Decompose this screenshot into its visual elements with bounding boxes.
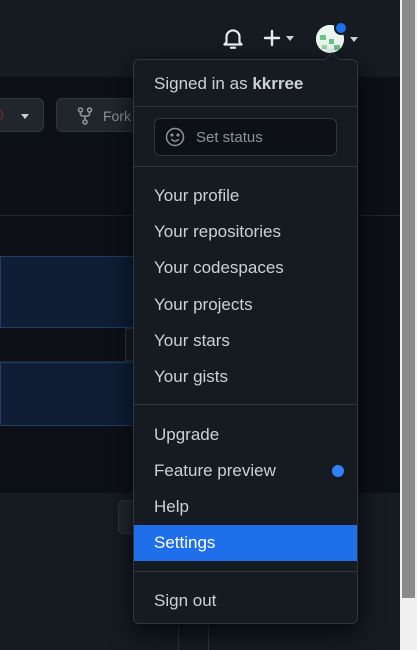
chevron-down-icon (286, 35, 294, 41)
menu-item-help[interactable]: Help (134, 489, 357, 525)
menu-item-feature-preview[interactable]: Feature preview (134, 453, 357, 489)
menu-caret (324, 52, 340, 60)
signed-in-prefix: Signed in as (154, 74, 248, 93)
page-scrollbar[interactable] (400, 0, 417, 650)
new-feature-dot (332, 465, 344, 477)
notification-dot (334, 21, 348, 35)
content-panel (0, 362, 140, 426)
user-dropdown-menu: Signed in as kkrree Set status Your prof… (133, 52, 358, 624)
set-status-button[interactable]: Set status (154, 118, 337, 156)
set-status-label: Set status (196, 129, 263, 146)
menu-item-upgrade[interactable]: Upgrade (134, 417, 357, 453)
divider (178, 622, 179, 650)
menu-item-your-codespaces[interactable]: Your codespaces (134, 250, 357, 286)
menu-item-your-stars[interactable]: Your stars (134, 323, 357, 359)
chevron-down-icon (350, 37, 358, 42)
menu-item-feature-preview-row[interactable]: Feature preview (134, 453, 357, 489)
menu-item-your-projects[interactable]: Your projects (134, 287, 357, 323)
plus-icon (263, 29, 281, 47)
repo-forked-icon (77, 107, 93, 125)
menu-item-your-repositories[interactable]: Your repositories (134, 214, 357, 250)
username: kkrree (252, 74, 304, 93)
menu-divider (134, 106, 357, 107)
menu-item-sign-out[interactable]: Sign out (134, 583, 357, 619)
smiley-icon (165, 127, 185, 147)
menu-item-settings[interactable]: Settings (134, 525, 357, 561)
menu-item-your-profile[interactable]: Your profile (134, 178, 357, 214)
chevron-down-icon (21, 114, 29, 119)
scrollbar-thumb[interactable] (402, 0, 415, 598)
watch-icon (0, 108, 3, 122)
content-panel (0, 256, 140, 328)
menu-item-your-gists[interactable]: Your gists (134, 359, 357, 395)
content-row (0, 328, 135, 362)
notifications-bell-icon[interactable] (220, 25, 246, 51)
menu-divider (134, 404, 357, 405)
page: Fork Signed in as kkrree Set status Your… (0, 0, 417, 650)
user-menu-button[interactable] (316, 21, 360, 55)
divider (208, 622, 209, 650)
create-new-button[interactable] (262, 26, 302, 50)
signed-in-header: Signed in as kkrree (154, 74, 303, 94)
fork-label: Fork (103, 108, 131, 124)
menu-divider (134, 166, 357, 167)
watch-button[interactable] (0, 98, 44, 132)
menu-divider (134, 571, 357, 572)
